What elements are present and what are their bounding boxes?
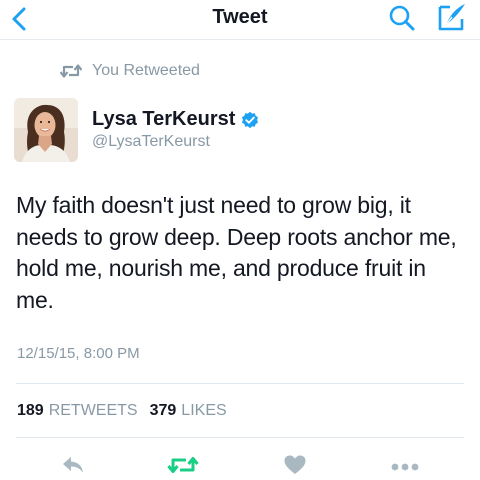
avatar[interactable] bbox=[14, 98, 78, 162]
verified-badge-icon bbox=[241, 111, 259, 129]
tweet-timestamp: 12/15/15, 8:00 PM bbox=[17, 345, 140, 362]
reply-button[interactable] bbox=[60, 455, 86, 479]
more-icon bbox=[391, 458, 419, 476]
author-name[interactable]: Lysa TerKeurst bbox=[92, 108, 259, 131]
tweet-text: My faith doesn't just need to grow big, … bbox=[16, 192, 457, 313]
like-button[interactable] bbox=[283, 455, 307, 479]
retweet-icon bbox=[167, 455, 199, 480]
retweet-icon bbox=[59, 63, 83, 79]
retweets-label[interactable]: RETWEETS bbox=[49, 402, 138, 420]
tweet-detail-screen: Tweet You Retweeted Lysa TerKeurst @Lysa… bbox=[0, 0, 480, 480]
search-icon[interactable] bbox=[388, 4, 416, 32]
retweet-context: You Retweeted bbox=[59, 61, 200, 81]
tweet-stats: 189 RETWEETS 379 LIKES bbox=[17, 402, 239, 420]
heart-icon bbox=[284, 455, 306, 480]
likes-count[interactable]: 379 bbox=[150, 402, 177, 420]
divider bbox=[16, 383, 464, 384]
retweet-context-label: You Retweeted bbox=[92, 62, 200, 79]
author-name-label: Lysa TerKeurst bbox=[92, 108, 236, 130]
nav-bar: Tweet bbox=[0, 0, 480, 40]
retweets-count[interactable]: 189 bbox=[17, 402, 44, 420]
author-handle[interactable]: @LysaTerKeurst bbox=[92, 133, 210, 151]
more-button[interactable] bbox=[390, 455, 420, 479]
reply-icon bbox=[61, 455, 85, 480]
divider bbox=[16, 437, 464, 438]
retweet-button[interactable] bbox=[166, 455, 200, 479]
compose-icon[interactable] bbox=[436, 2, 468, 32]
likes-label[interactable]: LIKES bbox=[181, 402, 226, 420]
